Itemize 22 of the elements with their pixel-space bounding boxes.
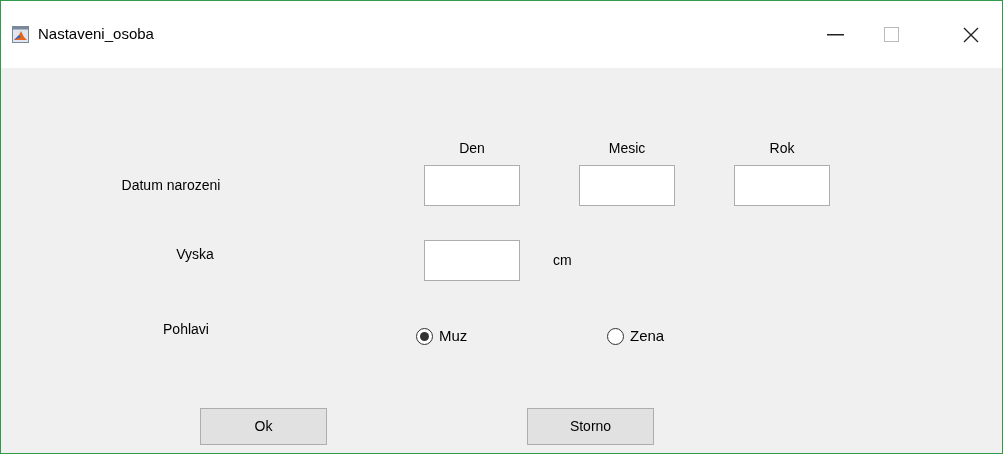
minimize-icon[interactable] bbox=[827, 33, 844, 36]
radio-button[interactable] bbox=[416, 327, 433, 345]
input-field[interactable] bbox=[579, 165, 675, 206]
field-label: Vyska bbox=[176, 245, 214, 264]
input-field[interactable] bbox=[734, 165, 830, 206]
field-label: Datum narozeni bbox=[121, 176, 221, 195]
field-heading: Mesic bbox=[608, 139, 646, 158]
window-title: Nastaveni_osoba bbox=[38, 24, 154, 45]
radio-option[interactable]: Muz bbox=[416, 325, 607, 348]
app-icon bbox=[12, 26, 29, 43]
field-label: Pohlavi bbox=[163, 320, 209, 339]
maximize-icon[interactable] bbox=[884, 27, 899, 42]
input-field[interactable] bbox=[424, 165, 520, 206]
input-field[interactable] bbox=[424, 240, 520, 281]
dialog-button[interactable]: Storno bbox=[527, 407, 654, 445]
unit-label: cm bbox=[553, 251, 572, 270]
dialog-button[interactable]: Ok bbox=[200, 407, 327, 445]
radio-button[interactable] bbox=[607, 327, 624, 345]
close-icon[interactable] bbox=[963, 26, 979, 43]
field-heading: Rok bbox=[769, 139, 795, 158]
field-heading: Den bbox=[459, 139, 485, 158]
radio-option[interactable]: Zena bbox=[607, 325, 665, 348]
